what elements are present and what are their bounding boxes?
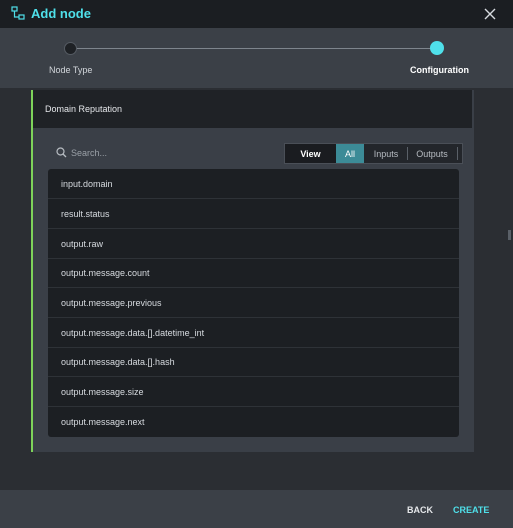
list-item-label: output.message.data.[].hash	[61, 357, 175, 367]
create-button[interactable]: CREATE	[453, 505, 489, 515]
step-configuration-dot	[430, 41, 444, 55]
list-item[interactable]: output.message.next	[48, 407, 459, 436]
list-item-label: output.message.size	[61, 387, 144, 397]
panel-title: Domain Reputation	[45, 104, 123, 114]
step-configuration-label: Configuration	[410, 65, 469, 75]
view-filter: View All Inputs Outputs	[284, 143, 463, 164]
list-item[interactable]: result.status	[48, 199, 459, 229]
node-config-panel: Domain Reputation View All Inputs Output…	[31, 90, 474, 452]
dialog-body: Domain Reputation View All Inputs Output…	[0, 88, 513, 490]
step-node-type-dot[interactable]	[64, 42, 77, 55]
dialog-title: Add node	[31, 6, 91, 21]
filter-outputs-button[interactable]: Outputs	[409, 144, 455, 163]
stepper-track	[70, 48, 436, 49]
step-node-type-label[interactable]: Node Type	[49, 65, 92, 75]
list-item[interactable]: output.message.previous	[48, 288, 459, 318]
list-item[interactable]: output.message.size	[48, 377, 459, 407]
list-item-label: result.status	[61, 209, 110, 219]
back-button[interactable]: BACK	[407, 505, 433, 515]
list-item[interactable]: output.message.data.[].hash	[48, 347, 459, 377]
filter-inputs-button[interactable]: Inputs	[367, 144, 405, 163]
panel-header: Domain Reputation	[33, 90, 472, 128]
search-icon	[56, 147, 67, 158]
list-item[interactable]: output.message.data.[].datetime_int	[48, 318, 459, 348]
view-label: View	[285, 144, 336, 163]
list-item-label: output.raw	[61, 239, 104, 249]
filter-divider	[457, 147, 458, 160]
variable-list: input.domain result.status output.raw ou…	[48, 169, 459, 437]
scrollbar[interactable]	[508, 230, 511, 240]
list-item-label: output.message.previous	[61, 298, 162, 308]
close-icon[interactable]	[483, 7, 497, 21]
dialog-footer: BACK CREATE	[0, 490, 513, 528]
filter-all-button[interactable]: All	[336, 144, 364, 163]
list-item[interactable]: input.domain	[48, 169, 459, 199]
dialog-header: Add node	[0, 0, 513, 28]
nodes-icon	[11, 6, 25, 20]
filter-divider	[407, 147, 408, 160]
list-item-label: input.domain	[61, 179, 113, 189]
list-item[interactable]: output.message.count	[48, 258, 459, 288]
list-item-label: output.message.count	[61, 268, 150, 278]
search-input[interactable]	[71, 145, 241, 161]
list-item[interactable]: output.raw	[48, 229, 459, 259]
list-item-label: output.message.data.[].datetime_int	[61, 328, 205, 338]
stepper: Node Type Configuration	[0, 28, 513, 88]
list-item-label: output.message.next	[61, 417, 145, 427]
